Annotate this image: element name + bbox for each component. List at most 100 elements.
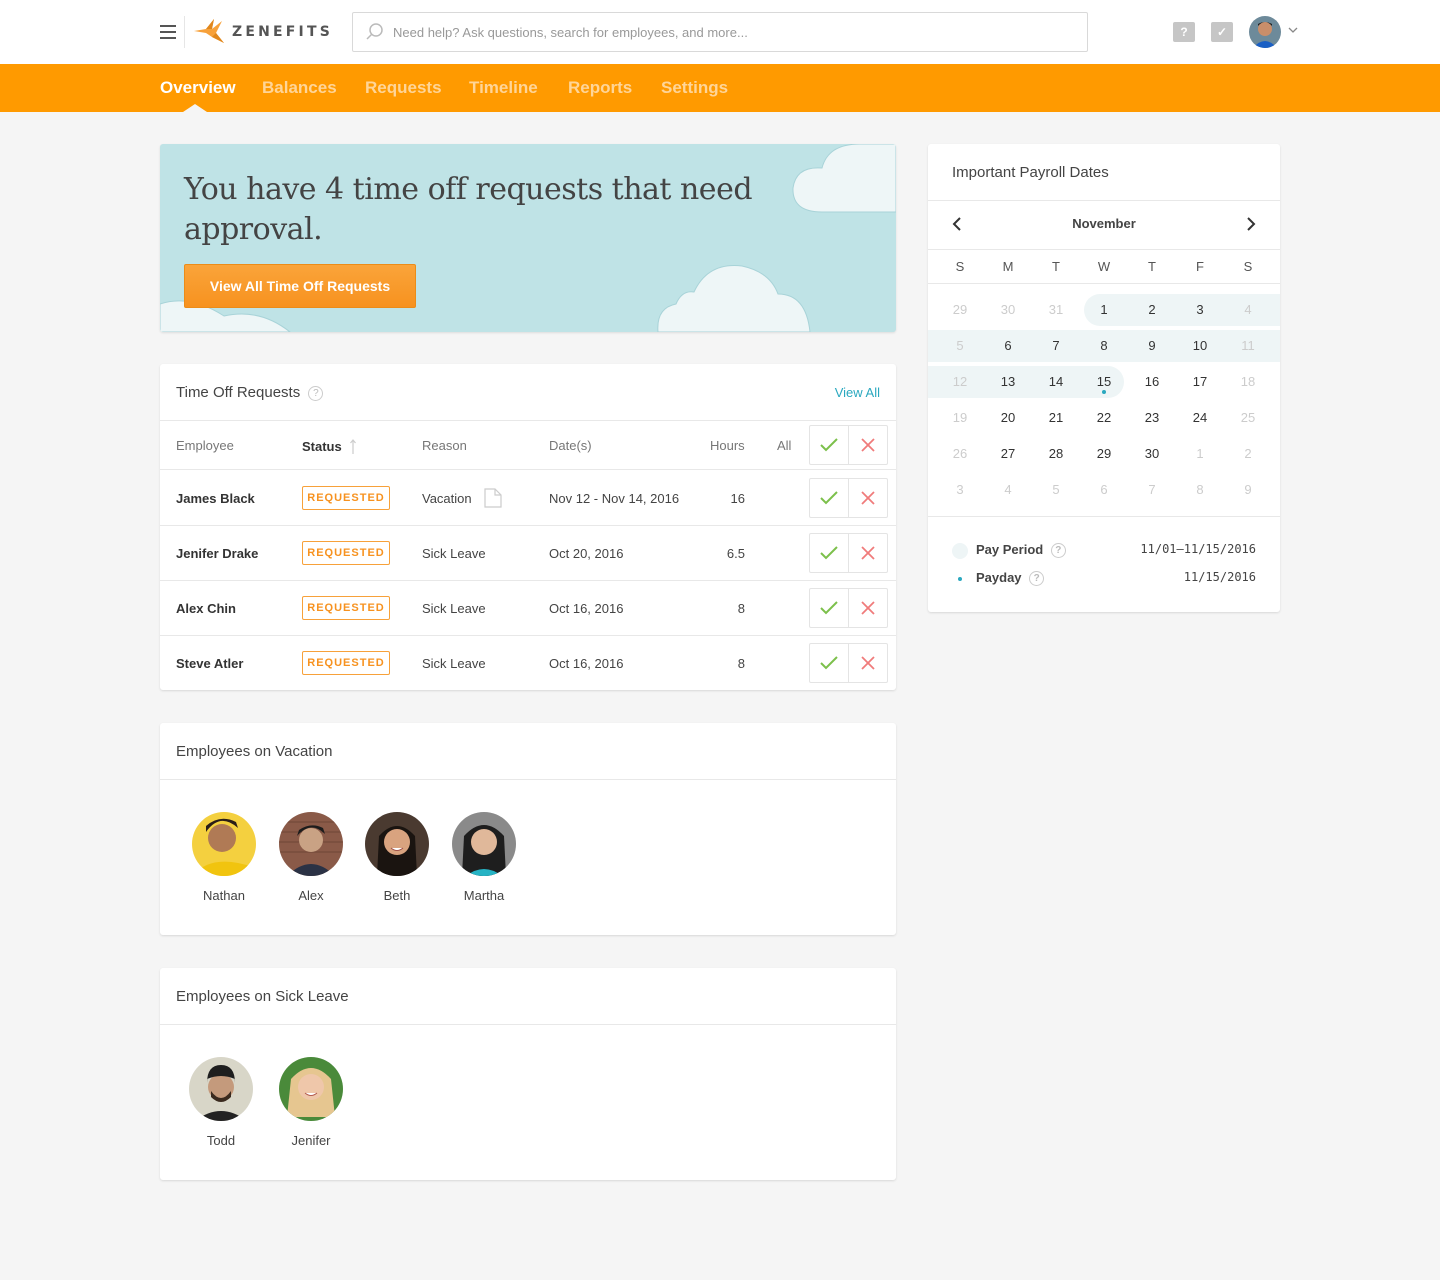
calendar-day[interactable]: 29 — [936, 294, 984, 326]
calendar-day[interactable]: 27 — [984, 438, 1032, 470]
avatar[interactable] — [365, 812, 429, 876]
calendar-day[interactable]: 9 — [1224, 474, 1272, 506]
calendar-day[interactable]: 17 — [1176, 366, 1224, 398]
calendar-day[interactable]: 7 — [1128, 474, 1176, 506]
help-circle-icon[interactable]: ? — [1050, 543, 1066, 559]
menu-icon[interactable] — [160, 25, 176, 39]
search-bar[interactable] — [352, 12, 1088, 52]
employee-name[interactable]: James Black — [176, 491, 255, 506]
vacation-person[interactable]: Beth — [357, 812, 437, 903]
avatar[interactable] — [452, 812, 516, 876]
dates: Oct 16, 2016 — [549, 601, 624, 616]
vacation-person[interactable]: Alex — [271, 812, 351, 903]
payday-swatch — [958, 577, 962, 581]
sick-leave-person[interactable]: Todd — [181, 1057, 261, 1148]
calendar-day[interactable]: 6 — [984, 330, 1032, 362]
calendar-day[interactable]: 19 — [936, 402, 984, 434]
view-all-time-off-button[interactable]: View All Time Off Requests — [184, 264, 416, 308]
col-status[interactable]: Status — [302, 438, 357, 454]
calendar-day[interactable]: 18 — [1224, 366, 1272, 398]
calendar-day[interactable]: 7 — [1032, 330, 1080, 362]
tab-reports[interactable]: Reports — [568, 64, 632, 112]
view-all-link[interactable]: View All — [835, 385, 880, 400]
reject-button[interactable] — [849, 644, 888, 682]
approve-all-button[interactable] — [810, 426, 849, 464]
calendar-day[interactable]: 10 — [1176, 330, 1224, 362]
col-hours[interactable]: Hours — [710, 438, 745, 453]
calendar-day[interactable]: 22 — [1080, 402, 1128, 434]
approve-button[interactable] — [810, 589, 849, 627]
chevron-right-icon[interactable] — [1244, 216, 1258, 232]
col-reason[interactable]: Reason — [422, 438, 467, 453]
tab-balances[interactable]: Balances — [262, 64, 337, 112]
calendar-day[interactable]: 1 — [1176, 438, 1224, 470]
reject-all-button[interactable] — [849, 426, 888, 464]
calendar-day[interactable]: 3 — [1176, 294, 1224, 326]
tasks-check-icon[interactable]: ✓ — [1211, 22, 1233, 42]
help-circle-icon[interactable]: ? — [1029, 571, 1045, 587]
search-input[interactable] — [393, 24, 1043, 40]
avatar[interactable] — [279, 812, 343, 876]
calendar-day[interactable]: 25 — [1224, 402, 1272, 434]
approve-button[interactable] — [810, 644, 849, 682]
calendar-day[interactable]: 5 — [1032, 474, 1080, 506]
calendar-day[interactable]: 12 — [936, 366, 984, 398]
reject-button[interactable] — [849, 534, 888, 572]
calendar-day[interactable]: 26 — [936, 438, 984, 470]
col-dates[interactable]: Date(s) — [549, 438, 592, 453]
calendar-day[interactable]: 1 — [1080, 294, 1128, 326]
vacation-person[interactable]: Martha — [444, 812, 524, 903]
calendar-day[interactable]: 2 — [1224, 438, 1272, 470]
calendar-day[interactable]: 13 — [984, 366, 1032, 398]
document-icon[interactable] — [484, 488, 502, 508]
reason: Sick Leave — [422, 601, 486, 616]
calendar-day[interactable]: 23 — [1128, 402, 1176, 434]
calendar-day[interactable]: 9 — [1128, 330, 1176, 362]
payday-legend: Payday ? 11/15/2016 — [952, 570, 1256, 590]
calendar-day[interactable]: 24 — [1176, 402, 1224, 434]
calendar-day[interactable]: 4 — [1224, 294, 1272, 326]
avatar[interactable] — [279, 1057, 343, 1121]
calendar-day[interactable]: 21 — [1032, 402, 1080, 434]
vacation-person[interactable]: Nathan — [184, 812, 264, 903]
reject-button[interactable] — [849, 589, 888, 627]
calendar-day[interactable]: 8 — [1176, 474, 1224, 506]
tab-settings[interactable]: Settings — [661, 64, 728, 112]
calendar-day[interactable]: 31 — [1032, 294, 1080, 326]
employee-name[interactable]: Steve Atler — [176, 656, 243, 671]
calendar-day[interactable]: 28 — [1032, 438, 1080, 470]
approve-button[interactable] — [810, 534, 849, 572]
avatar[interactable] — [192, 812, 256, 876]
reject-button[interactable] — [849, 479, 888, 517]
sort-ascending-icon[interactable] — [349, 438, 357, 454]
calendar-day[interactable]: 14 — [1032, 366, 1080, 398]
chevron-down-icon[interactable] — [1288, 25, 1298, 35]
calendar-day[interactable]: 20 — [984, 402, 1032, 434]
calendar-day[interactable]: 8 — [1080, 330, 1128, 362]
reason: Vacation — [422, 491, 472, 506]
calendar-day[interactable]: 5 — [936, 330, 984, 362]
approve-button[interactable] — [810, 479, 849, 517]
user-avatar[interactable] — [1249, 16, 1281, 48]
avatar[interactable] — [189, 1057, 253, 1121]
sick-leave-person[interactable]: Jenifer — [271, 1057, 351, 1148]
close-icon — [861, 656, 875, 670]
logo[interactable]: ZENEFITS — [194, 16, 333, 48]
help-circle-icon[interactable]: ? — [308, 385, 324, 401]
calendar-day[interactable]: 29 — [1080, 438, 1128, 470]
calendar-day[interactable]: 11 — [1224, 330, 1272, 362]
calendar-day[interactable]: 30 — [984, 294, 1032, 326]
calendar-day[interactable]: 16 — [1128, 366, 1176, 398]
help-icon[interactable]: ? — [1173, 22, 1195, 42]
calendar-day[interactable]: 30 — [1128, 438, 1176, 470]
calendar-day[interactable]: 2 — [1128, 294, 1176, 326]
calendar-day[interactable]: 3 — [936, 474, 984, 506]
employee-name[interactable]: Jenifer Drake — [176, 546, 258, 561]
calendar-day[interactable]: 4 — [984, 474, 1032, 506]
employee-name[interactable]: Alex Chin — [176, 601, 236, 616]
calendar-day[interactable]: 6 — [1080, 474, 1128, 506]
tab-requests[interactable]: Requests — [365, 64, 442, 112]
col-employee[interactable]: Employee — [176, 438, 234, 453]
tab-timeline[interactable]: Timeline — [469, 64, 538, 112]
check-icon — [820, 656, 838, 670]
